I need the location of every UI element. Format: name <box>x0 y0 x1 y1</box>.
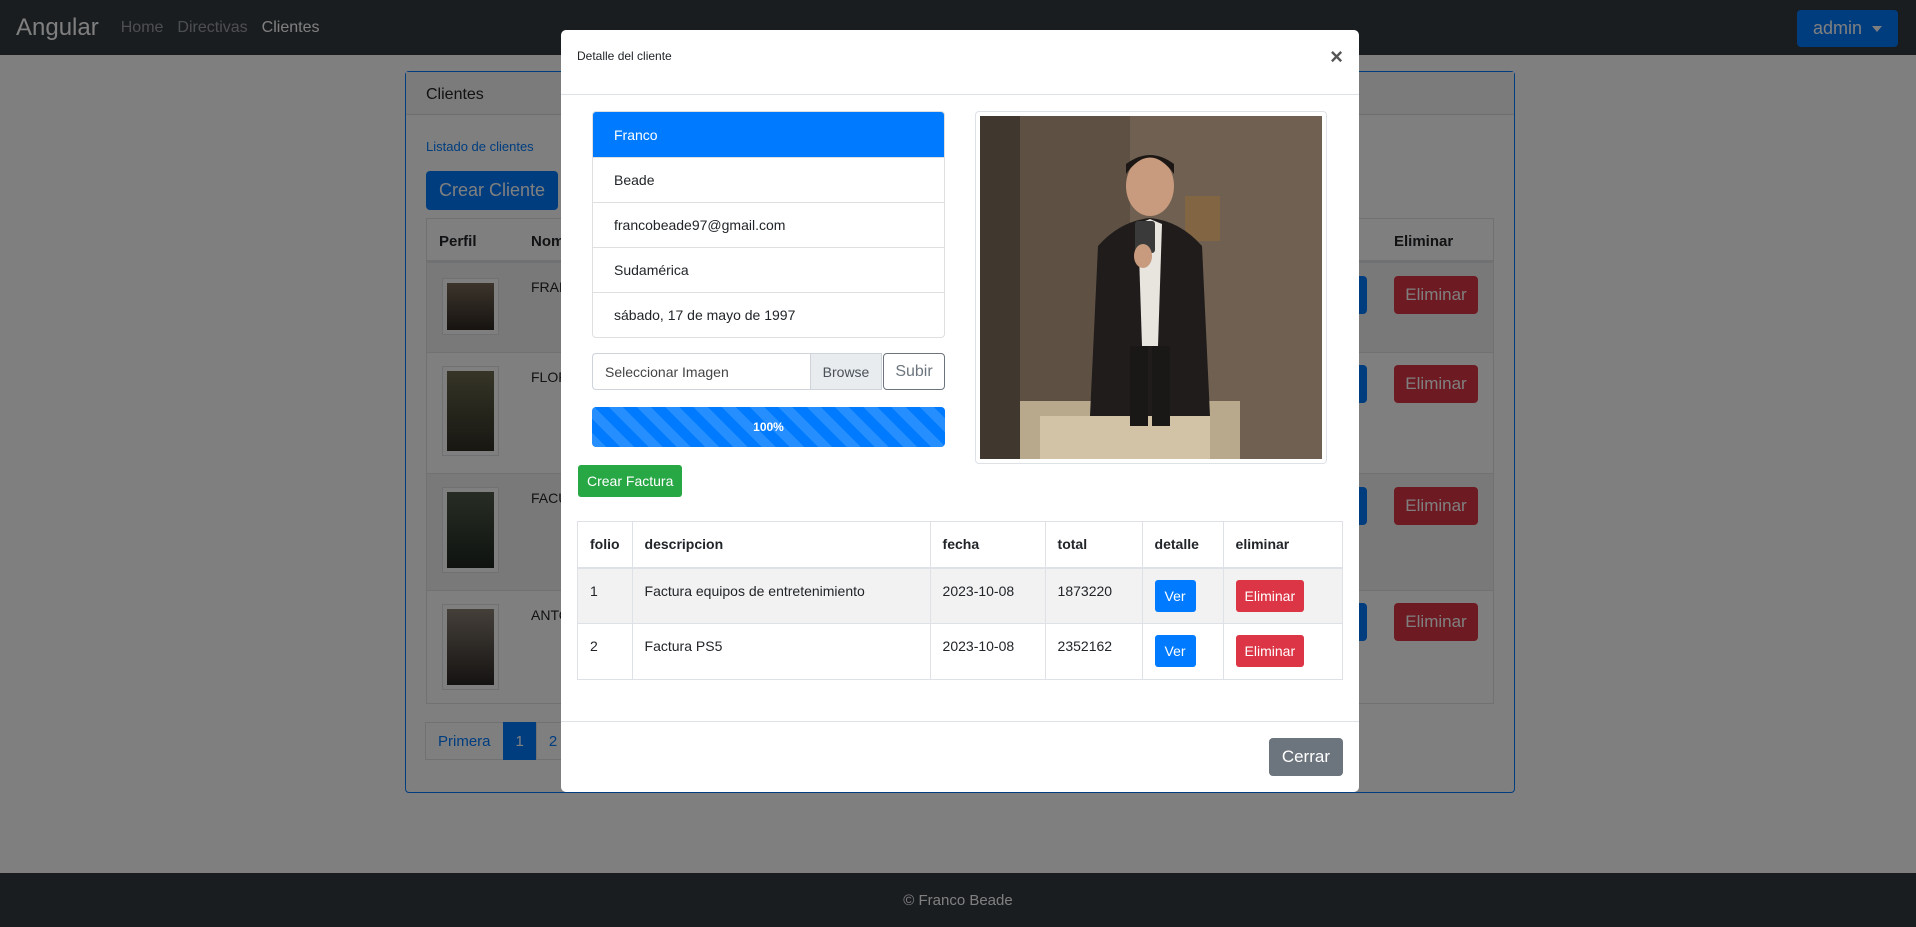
view-invoice-button[interactable]: Ver <box>1154 579 1196 612</box>
invoice-folio: 2 <box>577 623 633 680</box>
client-email: francobeade97@gmail.com <box>593 202 944 247</box>
client-first-name: Franco <box>593 112 944 157</box>
invoice-detail-cell: Ver <box>1141 567 1224 624</box>
table-row: 2 Factura PS5 2023-10-08 2352162 Ver Eli… <box>577 623 1344 680</box>
upload-progress: 100% <box>592 407 945 447</box>
invoice-date: 2023-10-08 <box>929 567 1046 624</box>
col-eliminar: eliminar <box>1222 521 1344 569</box>
invoice-delete-cell: Eliminar <box>1222 567 1344 624</box>
image-upload-group: Seleccionar Imagen Browse Subir <box>592 353 945 390</box>
file-input[interactable]: Seleccionar Imagen <box>592 353 810 390</box>
col-detalle: detalle <box>1141 521 1224 569</box>
modal-footer: Cerrar <box>561 721 1359 792</box>
invoice-total: 2352162 <box>1044 623 1143 680</box>
invoice-date: 2023-10-08 <box>929 623 1046 680</box>
modal-header: Detalle del cliente × <box>561 30 1359 95</box>
upload-progress-bar: 100% <box>592 407 945 447</box>
client-info-list: Franco Beade francobeade97@gmail.com Sud… <box>592 111 945 338</box>
client-detail-modal: Detalle del cliente × Franco Beade franc… <box>561 30 1359 792</box>
view-invoice-button[interactable]: Ver <box>1154 635 1196 667</box>
invoice-description: Factura PS5 <box>631 623 931 680</box>
create-invoice-button[interactable]: Crear Factura <box>578 465 683 497</box>
person-photo-illustration <box>980 116 1322 459</box>
client-region: Sudamérica <box>593 247 944 292</box>
invoice-folio: 1 <box>577 567 633 624</box>
table-row: 1 Factura equipos de entretenimiento 202… <box>577 567 1344 624</box>
invoices-header-row: folio descripcion fecha total detalle el… <box>577 521 1344 569</box>
invoice-delete-cell: Eliminar <box>1222 623 1344 680</box>
col-descripcion: descripcion <box>631 521 931 569</box>
client-photo <box>975 111 1327 464</box>
client-last-name: Beade <box>593 157 944 202</box>
browse-button[interactable]: Browse <box>810 353 882 390</box>
client-birth-date: sábado, 17 de mayo de 1997 <box>593 292 944 337</box>
client-photo-image <box>980 116 1322 459</box>
invoice-detail-cell: Ver <box>1141 623 1224 680</box>
col-folio: folio <box>577 521 633 569</box>
invoice-description: Factura equipos de entretenimiento <box>631 567 931 624</box>
invoices-table: folio descripcion fecha total detalle el… <box>577 521 1344 680</box>
progress-label: 100% <box>753 420 784 434</box>
modal-title: Detalle del cliente <box>577 49 672 63</box>
close-icon[interactable]: × <box>1330 44 1343 70</box>
delete-invoice-button[interactable]: Eliminar <box>1235 635 1305 667</box>
delete-invoice-button[interactable]: Eliminar <box>1235 579 1305 612</box>
close-modal-button[interactable]: Cerrar <box>1268 738 1343 776</box>
invoice-total: 1873220 <box>1044 567 1143 624</box>
col-fecha: fecha <box>929 521 1046 569</box>
upload-button[interactable]: Subir <box>883 353 945 390</box>
col-total: total <box>1044 521 1143 569</box>
